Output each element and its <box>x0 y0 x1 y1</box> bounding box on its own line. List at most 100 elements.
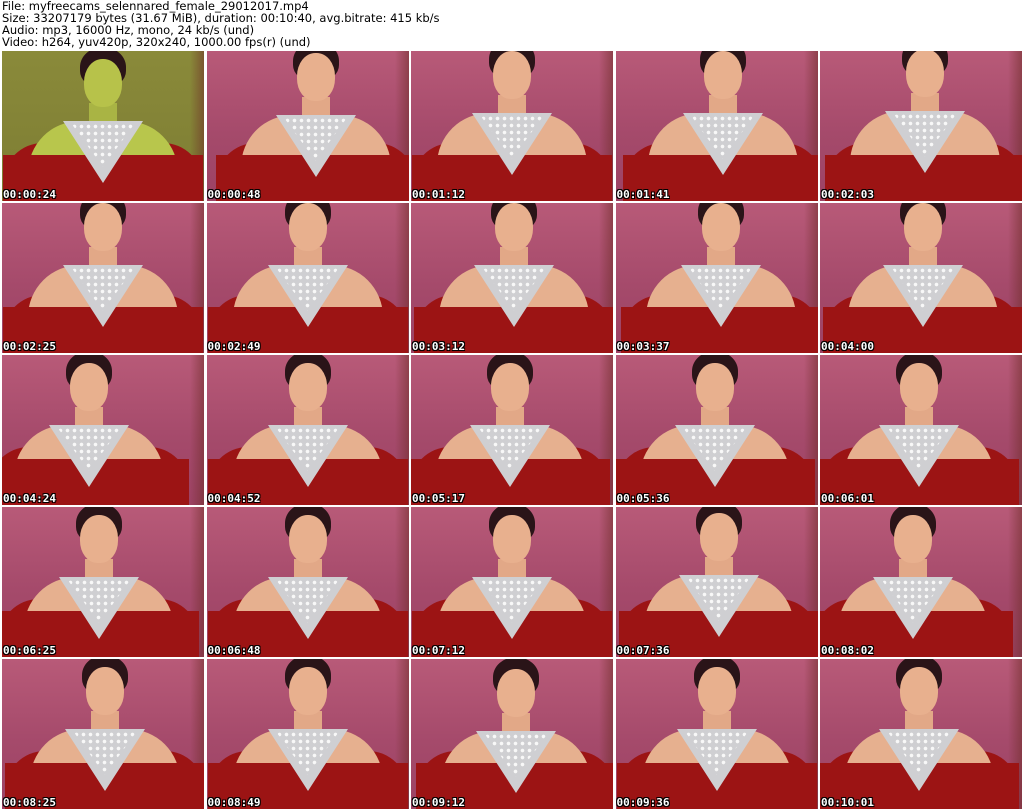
face <box>900 667 938 715</box>
face <box>900 363 938 411</box>
thumbnail-timestamp: 00:08:25 <box>3 796 56 809</box>
thumbnail-timestamp: 00:03:37 <box>616 340 670 353</box>
thumbnail-timestamp: 00:08:02 <box>821 644 874 657</box>
thumbnail-frame-image <box>2 659 204 809</box>
thumbnail-timestamp: 00:03:12 <box>412 340 465 353</box>
video-thumbnail: 00:02:03 <box>820 51 1022 201</box>
thumbnail-frame-image <box>411 659 613 809</box>
thumbnail-frame-image <box>820 203 1022 353</box>
thumbnail-frame-image <box>616 51 818 201</box>
thumbnail-frame-image <box>2 355 204 505</box>
face <box>296 53 335 101</box>
thumbnail-timestamp: 00:05:17 <box>412 492 465 505</box>
thumbnail-frame-image <box>2 51 204 201</box>
video-thumbnail: 00:02:25 <box>2 203 204 353</box>
thumbnail-frame-image <box>615 355 818 505</box>
thumbnail-timestamp: 00:04:24 <box>3 492 56 505</box>
thumbnail-frame-image <box>207 659 409 809</box>
thumbnail-frame-image <box>207 507 409 657</box>
face <box>904 203 942 251</box>
face <box>695 363 734 411</box>
video-thumbnail: 00:03:37 <box>615 203 818 353</box>
thumbnail-timestamp: 00:00:48 <box>207 188 261 201</box>
video-thumbnail: 00:04:52 <box>206 355 409 505</box>
video-thumbnail: 00:00:48 <box>206 51 409 201</box>
thumbnail-timestamp: 00:10:01 <box>821 796 874 809</box>
video-thumbnail: 00:05:17 <box>411 355 613 505</box>
thumbnail-timestamp: 00:07:36 <box>616 644 670 657</box>
video-thumbnail: 00:08:25 <box>2 659 204 809</box>
face <box>497 669 535 717</box>
video-thumbnail: 00:09:36 <box>615 659 818 809</box>
thumbnail-frame-image <box>2 203 204 353</box>
thumbnail-frame-image <box>616 507 818 657</box>
video-thumbnail: 00:00:24 <box>2 51 204 201</box>
thumbnail-frame-image <box>207 51 409 201</box>
face <box>288 203 327 251</box>
thumbnail-frame-image <box>820 51 1022 201</box>
thumbnail-frame-image <box>411 355 613 505</box>
face <box>288 515 327 563</box>
thumbnail-timestamp: 00:02:25 <box>3 340 56 353</box>
video-thumbnail: 00:06:01 <box>820 355 1022 505</box>
video-thumbnail: 00:01:12 <box>411 51 613 201</box>
face <box>491 363 529 411</box>
face <box>84 59 122 107</box>
face <box>493 51 531 99</box>
video-thumbnail: 00:06:48 <box>206 507 409 657</box>
thumbnail-timestamp: 00:09:12 <box>412 796 465 809</box>
thumbnail-timestamp: 00:06:01 <box>821 492 874 505</box>
face <box>894 515 932 563</box>
thumbnail-frame-image <box>2 507 204 657</box>
face <box>697 667 736 715</box>
face <box>906 51 944 97</box>
thumbnail-frame-image <box>411 51 613 201</box>
thumbnail-timestamp: 00:00:24 <box>3 188 56 201</box>
video-thumbnail: 00:08:02 <box>820 507 1022 657</box>
face <box>70 363 108 411</box>
thumbnail-timestamp: 00:04:52 <box>207 492 261 505</box>
thumbnail-frame-image <box>616 203 818 353</box>
thumbnail-timestamp: 00:04:00 <box>821 340 874 353</box>
video-thumbnail: 00:03:12 <box>411 203 613 353</box>
face <box>86 667 124 715</box>
video-info-header: File: myfreecams_selennared_female_29012… <box>2 0 1022 50</box>
thumbnail-timestamp: 00:08:49 <box>207 796 261 809</box>
video-thumbnail: 00:06:25 <box>2 507 204 657</box>
thumbnail-frame-image <box>207 355 409 505</box>
thumbnail-timestamp: 00:02:49 <box>207 340 261 353</box>
face <box>288 363 327 411</box>
thumbnail-frame-image <box>411 203 613 353</box>
video-thumbnail: 00:09:12 <box>411 659 613 809</box>
thumbnail-timestamp: 00:05:36 <box>616 492 670 505</box>
video-thumbnail: 00:08:49 <box>206 659 409 809</box>
video-thumbnail: 00:02:49 <box>206 203 409 353</box>
thumbnail-grid: 00:00:24 00:00:48 00:01:12 00:01:41 00:02:03… <box>2 51 1022 811</box>
face <box>699 513 738 561</box>
video-info-line: Video: h264, yuv420p, 320x240, 1000.00 f… <box>2 35 311 49</box>
face <box>703 51 742 99</box>
video-thumbnail: 00:04:00 <box>820 203 1022 353</box>
thumbnail-timestamp: 00:01:12 <box>412 188 465 201</box>
video-thumbnail: 00:10:01 <box>820 659 1022 809</box>
thumbnail-timestamp: 00:02:03 <box>821 188 874 201</box>
thumbnail-timestamp: 00:07:12 <box>412 644 465 657</box>
thumbnail-timestamp: 00:06:25 <box>3 644 56 657</box>
face <box>493 515 531 563</box>
door-frame-edge <box>190 355 204 505</box>
thumbnail-timestamp: 00:01:41 <box>616 188 670 201</box>
thumbnail-timestamp: 00:06:48 <box>207 644 261 657</box>
video-thumbnail: 00:05:36 <box>615 355 818 505</box>
thumbnail-frame-image <box>820 355 1022 505</box>
face <box>80 515 118 563</box>
video-thumbnail: 00:07:12 <box>411 507 613 657</box>
face <box>84 203 122 251</box>
face <box>495 203 533 251</box>
thumbnail-frame-image <box>207 203 409 353</box>
thumbnail-frame-image <box>411 507 613 657</box>
video-thumbnail: 00:04:24 <box>2 355 204 505</box>
thumbnail-frame-image <box>820 507 1022 657</box>
thumbnail-frame-image <box>616 659 818 809</box>
video-thumbnail: 00:01:41 <box>615 51 818 201</box>
face <box>288 667 327 715</box>
